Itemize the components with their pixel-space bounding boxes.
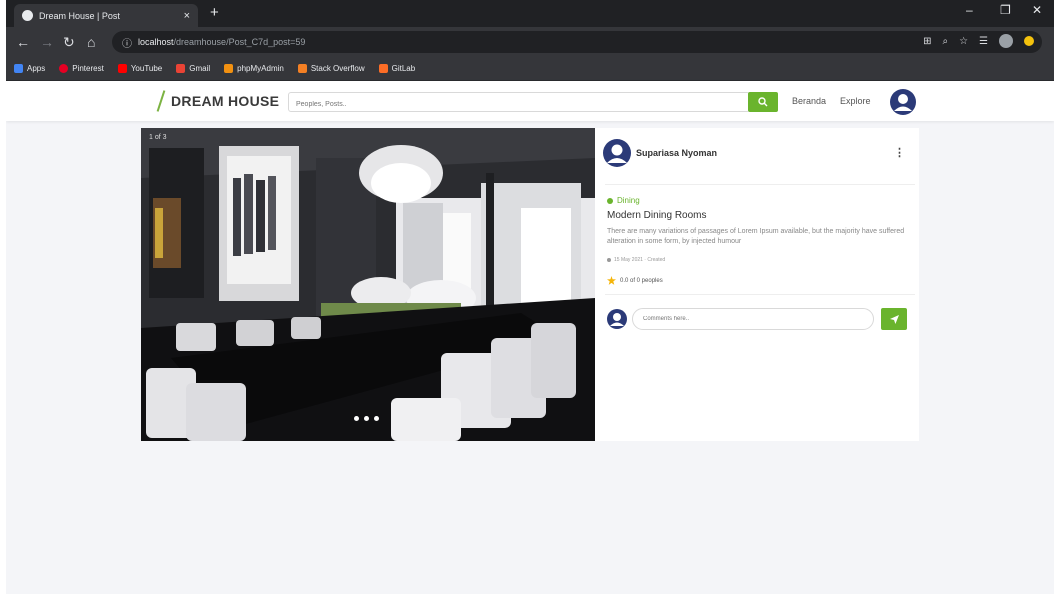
minimize-button[interactable]: – (966, 3, 973, 17)
bookmark-phpmyadmin[interactable]: phpMyAdmin (224, 64, 284, 73)
tab-title: Dream House | Post (39, 10, 120, 21)
post-details-panel: Supariasa Nyoman ⋮ Dining Modern Dining … (595, 128, 919, 441)
post-meta: 15 May 2021 · Created (607, 257, 665, 263)
address-bar[interactable]: ⓘ localhost /dreamhouse/Post_C7d_post=59… (112, 31, 1042, 53)
site-logo[interactable]: DREAM HOUSE (154, 90, 279, 112)
restore-button[interactable]: ❐ (1000, 3, 1011, 17)
tab-close-icon[interactable]: × (184, 10, 190, 22)
bookmark-stackoverflow[interactable]: Stack Overflow (297, 64, 365, 73)
gmail-icon (176, 64, 186, 73)
user-avatar-icon (890, 89, 916, 115)
browser-window: Dream House | Post × + – ❐ ✕ ← → ↻ ⌂ ⓘ l… (6, 0, 1054, 594)
nav-explore-link[interactable]: Explore (840, 96, 871, 106)
post-category[interactable]: Dining (607, 196, 640, 205)
divider (605, 184, 915, 185)
send-icon (889, 314, 899, 324)
post-author[interactable]: Supariasa Nyoman (603, 139, 717, 167)
search-input[interactable] (289, 95, 749, 114)
phpmyadmin-icon (224, 64, 234, 73)
browser-toolbar: ← → ↻ ⌂ ⓘ localhost /dreamhouse/Post_C7d… (6, 27, 1054, 57)
profile-avatar[interactable] (999, 34, 1013, 48)
gitlab-icon (378, 64, 388, 73)
send-comment-button[interactable] (881, 308, 907, 330)
back-icon[interactable]: ← (16, 33, 30, 51)
search-button[interactable] (748, 92, 778, 112)
post-description: There are many variations of passages of… (607, 228, 905, 245)
divider (605, 294, 915, 295)
search-icon (758, 97, 768, 107)
post-title: Modern Dining Rooms (607, 210, 707, 221)
info-icon[interactable]: ⓘ (122, 35, 132, 50)
logo-icon (154, 90, 168, 112)
search-box (288, 92, 750, 114)
url-path: /dreamhouse/Post_C7d_post=59 (173, 37, 306, 47)
extension-icon[interactable] (1024, 36, 1034, 46)
address-bar-actions: ⊞ ⌕ ☆ ☰ (923, 34, 1034, 48)
post-rating[interactable]: 0.0 of 0 peoples (607, 276, 663, 285)
zoom-icon[interactable]: ⌕ (942, 36, 948, 47)
carousel-dot[interactable] (374, 416, 379, 421)
favicon-icon (22, 10, 33, 21)
bookmark-apps[interactable]: Apps (14, 64, 45, 73)
bookmark-youtube[interactable]: YouTube (117, 64, 162, 73)
user-avatar[interactable] (890, 89, 916, 120)
tab-bar: Dream House | Post × + – ❐ ✕ (6, 0, 1054, 27)
bookmark-gmail[interactable]: Gmail (176, 64, 210, 73)
site-navbar: DREAM HOUSE Beranda Explore (6, 81, 1054, 121)
translate-icon[interactable]: ⊞ (923, 36, 931, 47)
carousel-dot[interactable] (364, 416, 369, 421)
new-tab-button[interactable]: + (210, 4, 219, 22)
forward-icon[interactable]: → (40, 33, 54, 51)
youtube-icon (117, 64, 127, 73)
author-avatar-icon (603, 139, 631, 167)
post-image-carousel[interactable]: 1 of 3 (141, 128, 595, 441)
nav-home-link[interactable]: Beranda (792, 96, 826, 106)
author-name: Supariasa Nyoman (636, 148, 718, 158)
reload-icon[interactable]: ↻ (63, 33, 75, 51)
image-counter: 1 of 3 (149, 134, 167, 141)
clock-icon (607, 258, 611, 262)
bookmarks-bar: Apps Pinterest YouTube Gmail phpMyAdmin … (6, 57, 1054, 81)
star-icon (607, 276, 616, 285)
category-dot-icon (607, 197, 613, 204)
commenter-avatar-icon (607, 309, 627, 329)
dining-room-photo (141, 128, 595, 441)
stackoverflow-icon (297, 64, 307, 73)
home-icon[interactable]: ⌂ (87, 33, 95, 51)
post-menu-icon[interactable]: ⋮ (894, 148, 905, 159)
bookmark-gitlab[interactable]: GitLab (378, 64, 415, 73)
pinterest-icon (59, 64, 69, 73)
apps-icon (14, 64, 23, 73)
bookmark-pinterest[interactable]: Pinterest (59, 64, 104, 73)
bookmark-star-icon[interactable]: ☆ (959, 36, 968, 47)
browser-tab[interactable]: Dream House | Post × (14, 4, 198, 27)
carousel-indicators (354, 416, 379, 421)
close-window-button[interactable]: ✕ (1032, 3, 1042, 17)
comment-input[interactable] (632, 308, 874, 330)
carousel-dot[interactable] (354, 416, 359, 421)
comment-form (607, 308, 911, 330)
reading-list-icon[interactable]: ☰ (979, 36, 988, 47)
url-host: localhost (138, 37, 174, 47)
